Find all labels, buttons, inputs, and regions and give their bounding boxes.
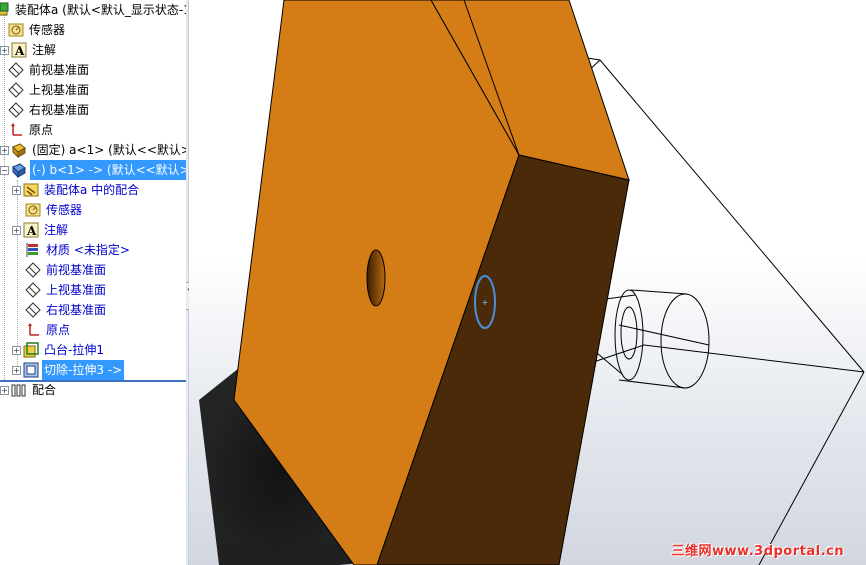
- tree-item-origin[interactable]: 原点: [8, 120, 55, 140]
- mates-icon: [11, 382, 27, 398]
- tree-item-front-plane[interactable]: 前视基准面: [8, 60, 91, 80]
- tree-item-label: 原点: [29, 123, 54, 137]
- plane-icon: [8, 102, 24, 118]
- tree-item-component-a[interactable]: + (固定) a<1> (默认<<默认>_: [0, 140, 186, 160]
- tree-subitem-top-plane[interactable]: 上视基准面: [25, 280, 108, 300]
- plane-icon: [25, 262, 41, 278]
- tree-subitem-origin[interactable]: 原点: [25, 320, 72, 340]
- tree-item-label: 装配体a 中的配合: [44, 183, 140, 197]
- plane-icon: [25, 302, 41, 318]
- graphics-viewport[interactable]: + 三维网www.3dportal.cn: [189, 0, 866, 565]
- tree-item-label: (固定) a<1> (默认<<默认>_: [32, 143, 186, 157]
- annotation-icon: A: [23, 222, 39, 238]
- feature-manager-tree: 装配体a (默认<默认_显示状态-1 传感器 + A 注解 前视基准面 上视基准…: [0, 0, 186, 565]
- expand-toggle[interactable]: +: [12, 345, 21, 355]
- annotation-icon: A: [11, 42, 27, 58]
- tree-item-mates[interactable]: + 配合: [0, 380, 58, 400]
- tree-item-label: 凸台-拉伸1: [44, 343, 104, 357]
- tree-item-label: 上视基准面: [29, 83, 90, 97]
- expand-toggle[interactable]: +: [0, 145, 9, 155]
- sensor-icon: [25, 202, 41, 218]
- svg-text:A: A: [26, 224, 37, 238]
- plane-icon: [25, 282, 41, 298]
- assembly-icon: [0, 2, 10, 18]
- expand-toggle[interactable]: +: [0, 385, 9, 395]
- tree-subitem-boss-extrude[interactable]: + 凸台-拉伸1: [12, 340, 106, 360]
- model-view[interactable]: +: [189, 0, 866, 565]
- tree-item-label: 配合: [32, 383, 57, 397]
- cut-extrude-icon: [23, 362, 39, 378]
- tree-connector-root: [4, 12, 5, 382]
- tree-item-label: 前视基准面: [46, 263, 107, 277]
- part-icon: [11, 162, 27, 179]
- tree-item-label: 传感器: [29, 23, 66, 37]
- tree-subitem-right-plane[interactable]: 右视基准面: [25, 300, 108, 320]
- expand-toggle[interactable]: +: [12, 225, 21, 235]
- tree-item-label: 传感器: [46, 203, 83, 217]
- collapse-toggle[interactable]: −: [0, 165, 9, 175]
- assembly-root-label: 装配体a (默认<默认_显示状态-1: [15, 3, 186, 17]
- plate-hole[interactable]: [366, 249, 386, 307]
- tree-subitem-mates-in-assembly[interactable]: + 装配体a 中的配合: [12, 180, 141, 200]
- expand-toggle[interactable]: +: [0, 45, 9, 55]
- tree-item-label: 注解: [44, 223, 69, 237]
- plane-icon: [8, 62, 24, 78]
- tree-item-sensors[interactable]: 传感器: [8, 20, 67, 40]
- tree-subitem-annotations[interactable]: + A 注解: [12, 220, 70, 240]
- tree-item-annotations[interactable]: + A 注解: [0, 40, 58, 60]
- tree-item-label: (-) b<1> -> (默认<<默认>_: [30, 160, 186, 180]
- tree-item-label: 上视基准面: [46, 283, 107, 297]
- mates-folder-icon: [23, 182, 39, 198]
- origin-icon: [25, 322, 41, 338]
- svg-text:A: A: [14, 44, 25, 58]
- tree-item-top-plane[interactable]: 上视基准面: [8, 80, 91, 100]
- tree-item-label: 切除-拉伸3 ->: [42, 360, 125, 380]
- tree-item-label: 前视基准面: [29, 63, 90, 77]
- watermark: 三维网www.3dportal.cn: [671, 544, 844, 559]
- tree-subitem-material[interactable]: 材质 <未指定>: [25, 240, 132, 260]
- tree-item-label: 右视基准面: [29, 103, 90, 117]
- sensor-icon: [8, 22, 24, 38]
- tree-subitem-sensors[interactable]: 传感器: [25, 200, 84, 220]
- circle-center-mark: +: [482, 298, 489, 307]
- boss-extrude-icon: [23, 342, 39, 358]
- expand-toggle[interactable]: +: [12, 365, 21, 375]
- part-icon: [11, 142, 27, 159]
- tree-item-label: 注解: [32, 43, 57, 57]
- plane-icon: [8, 82, 24, 98]
- tree-item-right-plane[interactable]: 右视基准面: [8, 100, 91, 120]
- tree-item-label: 材质 <未指定>: [46, 243, 130, 257]
- expand-toggle[interactable]: +: [12, 185, 21, 195]
- tree-root-assembly[interactable]: 装配体a (默认<默认_显示状态-1: [0, 0, 186, 20]
- origin-icon: [8, 122, 24, 138]
- tree-item-component-b[interactable]: − (-) b<1> -> (默认<<默认>_: [0, 160, 186, 180]
- tree-item-label: 右视基准面: [46, 303, 107, 317]
- material-icon: [25, 242, 41, 258]
- tree-subitem-cut-extrude[interactable]: + 切除-拉伸3 ->: [12, 360, 125, 380]
- tree-subitem-front-plane[interactable]: 前视基准面: [25, 260, 108, 280]
- tree-item-label: 原点: [46, 323, 71, 337]
